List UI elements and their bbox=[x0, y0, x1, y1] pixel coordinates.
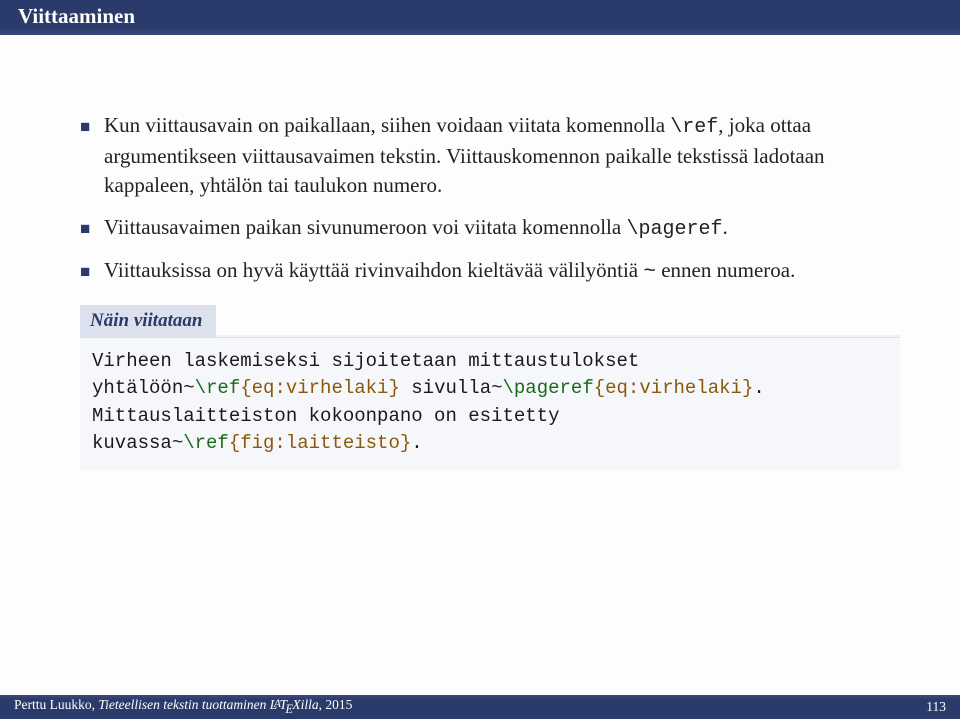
bullet-text: Viittausavaimen paikan sivunumeroon voi … bbox=[104, 213, 900, 244]
example-box-body: Virheen laskemiseksi sijoitetaan mittaus… bbox=[80, 338, 900, 470]
text: Kun viittausavain on paikallaan, siihen … bbox=[104, 113, 670, 137]
slide-content: ■ Kun viittausavain on paikallaan, siihe… bbox=[0, 35, 960, 490]
code-line: Virheen laskemiseksi sijoitetaan mittaus… bbox=[92, 348, 888, 376]
latex-logo: LATEXilla bbox=[270, 697, 319, 712]
code: \pageref bbox=[626, 218, 722, 241]
code: \ref bbox=[670, 116, 718, 139]
example-box-title: Näin viitataan bbox=[80, 305, 216, 338]
text: Tieteellisen tekstin tuottaminen bbox=[98, 697, 269, 712]
bullet-item: ■ Viittausavaimen paikan sivunumeroon vo… bbox=[80, 213, 900, 244]
bullet-icon: ■ bbox=[80, 256, 104, 287]
bullet-text: Kun viittausavain on paikallaan, siihen … bbox=[104, 111, 900, 201]
footer-page: 113 bbox=[926, 699, 946, 715]
code-line: Mittauslaitteiston kokoonpano on esitett… bbox=[92, 403, 888, 431]
slide-footer: Perttu Luukko, Tieteellisen tekstin tuot… bbox=[0, 695, 960, 719]
text: kuvassa~ bbox=[92, 432, 183, 454]
text: Viittauksissa on hyvä käyttää rivinvaihd… bbox=[104, 258, 643, 282]
footer-title: Tieteellisen tekstin tuottaminen LATEXil… bbox=[98, 697, 318, 712]
bullet-icon: ■ bbox=[80, 111, 104, 201]
bullet-item: ■ Kun viittausavain on paikallaan, siihe… bbox=[80, 111, 900, 201]
footer-year: , 2015 bbox=[319, 697, 353, 712]
example-box-rule bbox=[216, 335, 900, 338]
example-box: Näin viitataan Virheen laskemiseksi sijo… bbox=[80, 305, 900, 470]
text: . bbox=[411, 432, 422, 454]
footer-author: Perttu Luukko, bbox=[14, 697, 98, 712]
text: yhtälöön~ bbox=[92, 377, 195, 399]
text: ennen numeroa. bbox=[656, 258, 795, 282]
text: . bbox=[722, 215, 727, 239]
slide-title: Viittaaminen bbox=[18, 4, 135, 28]
brace: {eq:virhelaki} bbox=[240, 377, 400, 399]
code-line: kuvassa~\ref{fig:laitteisto}. bbox=[92, 430, 888, 458]
brace: {eq:virhelaki} bbox=[594, 377, 754, 399]
cmd: \ref bbox=[183, 432, 229, 454]
text: Viittausavaimen paikan sivunumeroon voi … bbox=[104, 215, 626, 239]
text: sivulla~ bbox=[400, 377, 503, 399]
code: ~ bbox=[643, 261, 656, 284]
text: . bbox=[753, 377, 764, 399]
footer-left: Perttu Luukko, Tieteellisen tekstin tuot… bbox=[14, 697, 926, 716]
cmd: \pageref bbox=[503, 377, 594, 399]
brace: {fig:laitteisto} bbox=[229, 432, 411, 454]
text: Mittauslaitteiston kokoonpano on esitett… bbox=[92, 405, 559, 427]
slide-header: Viittaaminen bbox=[0, 0, 960, 35]
bullet-icon: ■ bbox=[80, 213, 104, 244]
text: Virheen laskemiseksi sijoitetaan mittaus… bbox=[92, 350, 639, 372]
bullet-text: Viittauksissa on hyvä käyttää rivinvaihd… bbox=[104, 256, 900, 287]
bullet-item: ■ Viittauksissa on hyvä käyttää rivinvai… bbox=[80, 256, 900, 287]
code-line: yhtälöön~\ref{eq:virhelaki} sivulla~\pag… bbox=[92, 375, 888, 403]
cmd: \ref bbox=[195, 377, 241, 399]
